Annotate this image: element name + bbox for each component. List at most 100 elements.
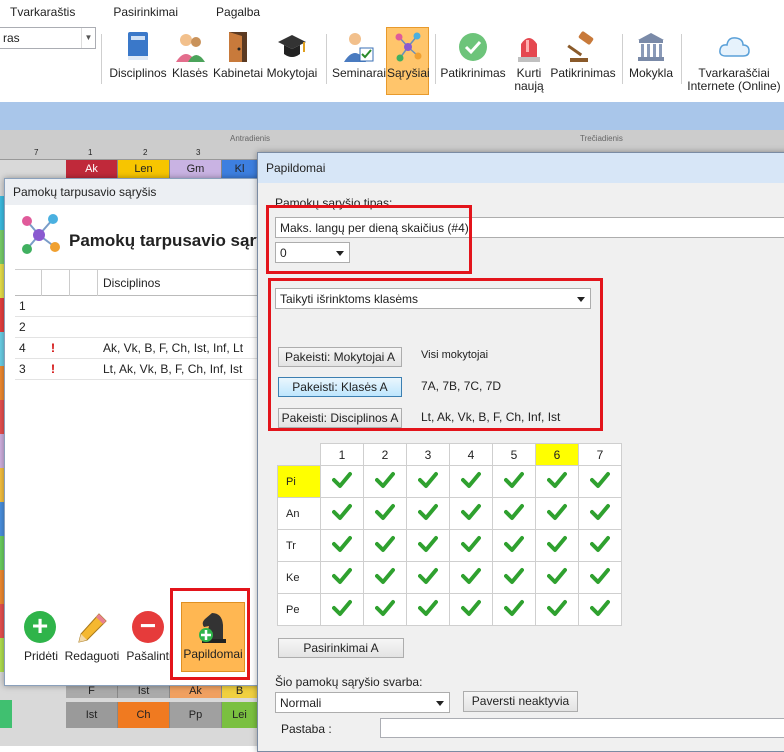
weight-value: Normali bbox=[280, 696, 322, 710]
disciplinos-label: Disciplinos bbox=[109, 66, 167, 80]
timetable-cell[interactable]: Ak bbox=[66, 160, 118, 180]
grid-cell[interactable] bbox=[492, 593, 536, 626]
mokytojai-label: Mokytojai bbox=[266, 66, 318, 80]
grid-corner bbox=[278, 444, 321, 466]
grid-cell[interactable] bbox=[363, 593, 407, 626]
remove-button[interactable]: − Pašalinti bbox=[121, 611, 177, 664]
col-number: 2 bbox=[143, 148, 148, 157]
grid-cell[interactable] bbox=[578, 593, 622, 626]
grid-cell[interactable] bbox=[492, 465, 536, 498]
grid-cell[interactable] bbox=[449, 497, 493, 530]
edit-button[interactable]: Redaguoti bbox=[63, 611, 121, 663]
table-row[interactable]: 1 bbox=[15, 296, 261, 317]
mokytojai-button[interactable]: Mokytojai bbox=[265, 28, 319, 94]
availability-grid: 1 2 3 4 5 6 7 Pi An Tr Ke Pe bbox=[277, 443, 622, 626]
period-header-1: 1 bbox=[320, 443, 364, 466]
grid-cell[interactable] bbox=[320, 497, 364, 530]
patikrinimas-button[interactable]: Patikrinimas bbox=[440, 28, 506, 94]
timetable-cell[interactable]: F bbox=[66, 686, 118, 698]
timetable-cell[interactable]: Lei bbox=[222, 702, 258, 728]
kurti-nauja-button[interactable]: Kurti naują bbox=[510, 28, 548, 94]
relations-table: Disciplinos 1 2 4 ! Ak, Vk, B, F, Ch, Is… bbox=[15, 269, 261, 380]
grid-cell[interactable] bbox=[363, 465, 407, 498]
disciplinos-button[interactable]: Disciplinos bbox=[108, 28, 168, 94]
add-button[interactable]: + Pridėti bbox=[23, 611, 59, 664]
seminarai-button[interactable]: Seminarai bbox=[332, 28, 386, 94]
grid-cell[interactable] bbox=[578, 497, 622, 530]
timetable-cell[interactable]: Kl bbox=[222, 160, 258, 180]
grid-cell[interactable] bbox=[578, 529, 622, 562]
grid-cell[interactable] bbox=[578, 561, 622, 594]
timetable-cell[interactable]: Len bbox=[118, 160, 170, 180]
timetable-cell[interactable]: Ist bbox=[118, 686, 170, 698]
row-number: 3 bbox=[19, 362, 26, 376]
period-header-7: 7 bbox=[578, 443, 622, 466]
sarysiai-button[interactable]: Sąryšiai bbox=[386, 27, 430, 95]
grid-cell[interactable] bbox=[320, 561, 364, 594]
day-label-treciadienis: Trečiadienis bbox=[580, 134, 623, 143]
grid-cell[interactable] bbox=[320, 465, 364, 498]
grid-cell[interactable] bbox=[535, 465, 579, 498]
check-icon bbox=[547, 599, 567, 617]
schedule-combo[interactable]: ras ▼ bbox=[0, 27, 96, 49]
period-header-6: 6 bbox=[535, 443, 579, 466]
grid-cell[interactable] bbox=[406, 561, 450, 594]
grid-cell[interactable] bbox=[320, 593, 364, 626]
column-divider bbox=[97, 270, 98, 296]
column-header-disciplinos[interactable]: Disciplinos bbox=[103, 276, 160, 290]
table-row[interactable]: 3 ! Lt, Ak, Vk, B, F, Ch, Inf, Ist bbox=[15, 359, 261, 380]
timetable-cell[interactable]: Ch bbox=[118, 702, 170, 728]
grid-cell[interactable] bbox=[363, 529, 407, 562]
grid-cell[interactable] bbox=[320, 529, 364, 562]
table-row[interactable]: 2 bbox=[15, 317, 261, 338]
kabinetai-label: Kabinetai bbox=[212, 66, 264, 80]
menu-tvarkarastis[interactable]: Tvarkaraštis bbox=[10, 5, 75, 19]
grid-cell[interactable] bbox=[535, 561, 579, 594]
kabinetai-button[interactable]: Kabinetai bbox=[212, 28, 264, 94]
kurti-nauja-label: Kurti naują bbox=[514, 66, 544, 93]
klases-button[interactable]: Klasės bbox=[170, 28, 210, 94]
check-icon bbox=[461, 535, 481, 553]
mokykla-button[interactable]: Mokykla bbox=[627, 28, 675, 94]
grid-cell[interactable] bbox=[449, 593, 493, 626]
grid-cell[interactable] bbox=[492, 497, 536, 530]
row-number: 2 bbox=[19, 320, 26, 334]
check-icon bbox=[418, 599, 438, 617]
timetable-cell[interactable]: Ak bbox=[170, 686, 222, 698]
grid-cell[interactable] bbox=[535, 497, 579, 530]
grid-cell[interactable] bbox=[535, 529, 579, 562]
grid-cell[interactable] bbox=[406, 497, 450, 530]
grid-cell[interactable] bbox=[406, 593, 450, 626]
timetable-cell[interactable]: Ist bbox=[66, 702, 118, 728]
patikrinimas-2-button[interactable]: Patikrinimas bbox=[550, 28, 616, 94]
check-icon bbox=[590, 503, 610, 521]
internetas-button[interactable]: Tvarkaraščiai Internete (Online) bbox=[684, 28, 784, 94]
relations-dialog-title: Pamokų tarpusavio sąryšis bbox=[5, 179, 261, 205]
grid-cell[interactable] bbox=[578, 465, 622, 498]
chevron-down-icon[interactable]: ▼ bbox=[81, 28, 95, 48]
check-icon bbox=[504, 567, 524, 585]
grid-cell[interactable] bbox=[406, 465, 450, 498]
grid-cell[interactable] bbox=[406, 529, 450, 562]
grid-cell[interactable] bbox=[363, 497, 407, 530]
grid-cell[interactable] bbox=[535, 593, 579, 626]
make-inactive-button[interactable]: Paversti neaktyvia bbox=[463, 691, 578, 712]
table-row[interactable]: 4 ! Ak, Vk, B, F, Ch, Ist, Inf, Lt bbox=[15, 338, 261, 359]
menu-pasirinkimai[interactable]: Pasirinkimai bbox=[113, 5, 178, 19]
menu-pagalba[interactable]: Pagalba bbox=[216, 5, 260, 19]
timetable-cell[interactable]: B bbox=[222, 686, 258, 698]
timetable-cell[interactable]: Pp bbox=[170, 702, 222, 728]
row-disciplines: Ak, Vk, B, F, Ch, Ist, Inf, Lt bbox=[103, 341, 244, 355]
options-button[interactable]: Pasirinkimai A bbox=[278, 638, 404, 658]
grid-cell[interactable] bbox=[492, 561, 536, 594]
grid-cell[interactable] bbox=[492, 529, 536, 562]
grid-cell[interactable] bbox=[449, 561, 493, 594]
grid-cell[interactable] bbox=[449, 529, 493, 562]
timetable-cell[interactable]: Gm bbox=[170, 160, 222, 180]
highlight-box bbox=[268, 278, 603, 431]
grid-cell[interactable] bbox=[449, 465, 493, 498]
grid-cell[interactable] bbox=[363, 561, 407, 594]
check-icon bbox=[461, 567, 481, 585]
note-input[interactable] bbox=[380, 718, 784, 738]
weight-select[interactable]: Normali bbox=[275, 692, 450, 713]
